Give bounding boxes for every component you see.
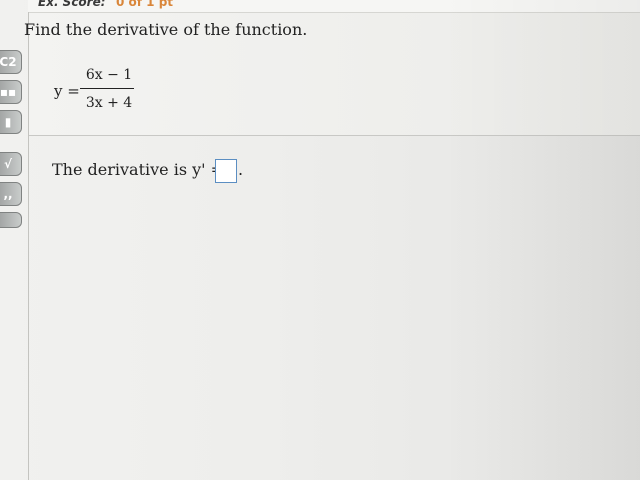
score-value: 0 of 1 pt (116, 0, 174, 9)
equation-lhs: y = (54, 82, 80, 100)
fraction-numerator: 6x − 1 (85, 67, 133, 83)
answer-prompt: The derivative is y' = (52, 160, 225, 179)
fraction-denominator: 3x + 4 (85, 95, 133, 111)
score-label: Ex. Score: (38, 0, 106, 9)
question-prompt: Find the derivative of the function. (24, 20, 308, 39)
fraction-icon[interactable]: C2 (0, 50, 22, 74)
score-bar: Ex. Score: 0 of 1 pt (28, 0, 640, 13)
section-divider (29, 135, 640, 136)
interval-icon[interactable]: ,, (0, 182, 22, 206)
math-toolbar: C2 ▪▪ ▮ √ ,, (0, 40, 24, 240)
screen: Ex. Score: 0 of 1 pt C2 ▪▪ ▮ √ ,, Find t… (0, 0, 640, 480)
absolute-value-icon[interactable]: ▮ (0, 110, 22, 134)
more-tools-icon[interactable] (0, 212, 22, 228)
square-root-icon[interactable]: √ (0, 152, 22, 176)
fraction-bar (80, 88, 134, 89)
answer-suffix: . (238, 160, 244, 179)
answer-input[interactable] (215, 159, 237, 183)
matrix-icon[interactable]: ▪▪ (0, 80, 22, 104)
